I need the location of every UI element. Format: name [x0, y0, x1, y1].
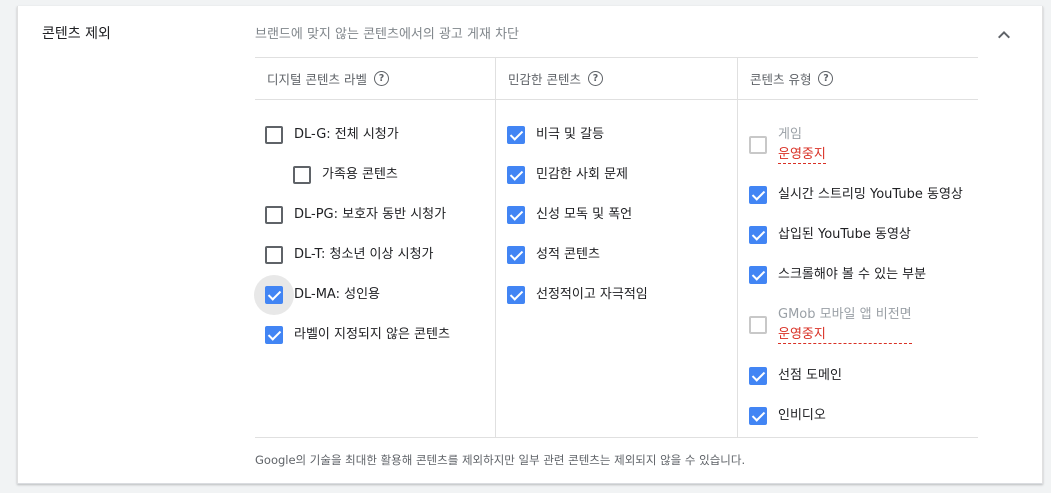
checkbox-label: DL-MA: 성인용 — [294, 287, 380, 302]
checkbox-item-parked-domains[interactable]: 선점 도메인 — [749, 367, 842, 385]
checkbox[interactable] — [265, 246, 283, 264]
section-title: 콘텐츠 제외 — [42, 26, 111, 42]
column-header-label: 민감한 콘텐츠 — [508, 72, 581, 87]
checkbox-item-unlabeled[interactable]: 라벨이 지정되지 않은 콘텐츠 — [265, 326, 450, 344]
checkbox[interactable] — [507, 166, 525, 184]
checkbox — [749, 136, 767, 154]
checkbox-item-social-issues[interactable]: 민감한 사회 문제 — [507, 166, 628, 184]
checkbox-label: 가족용 콘텐츠 — [322, 167, 398, 182]
checkbox-item-dl-pg[interactable]: DL-PG: 보호자 동반 시청가 — [265, 206, 446, 224]
checkbox[interactable] — [507, 246, 525, 264]
checkbox[interactable] — [265, 326, 283, 344]
column-header-sensitive: 민감한 콘텐츠 ? — [496, 58, 737, 100]
suspended-note: 운영중지 — [778, 327, 912, 344]
checkbox-item-dl-ma[interactable]: DL-MA: 성인용 — [254, 275, 380, 315]
footer-note: Google의 기술을 최대한 활용해 콘텐츠를 제외하지만 일부 관련 콘텐츠… — [255, 453, 746, 467]
checkbox-item-sexual[interactable]: 성적 콘텐츠 — [507, 246, 600, 264]
checkbox-item-dl-g[interactable]: DL-G: 전체 시청가 — [265, 126, 399, 144]
checkbox-label: 삽입된 YouTube 동영상 — [778, 227, 911, 242]
section-description: 브랜드에 맞지 않는 콘텐츠에서의 광고 게재 차단 — [255, 27, 519, 42]
collapse-button[interactable] — [992, 23, 1016, 47]
column-header-content-types: 콘텐츠 유형 ? — [738, 58, 978, 100]
checkbox[interactable] — [265, 126, 283, 144]
checkbox-label: DL-G: 전체 시청가 — [294, 127, 399, 142]
checkbox-item-tragedy[interactable]: 비극 및 갈등 — [507, 126, 604, 144]
checkbox-label: 선점 도메인 — [778, 368, 842, 383]
checkbox[interactable] — [265, 286, 283, 304]
help-circle-icon[interactable]: ? — [818, 71, 834, 86]
checkbox-label: 라벨이 지정되지 않은 콘텐츠 — [294, 327, 450, 342]
sensitive-content-column: 민감한 콘텐츠 ? 비극 및 갈등 민감한 사회 문제 신성 모독 및 폭언 성… — [495, 58, 737, 438]
checkbox[interactable] — [265, 206, 283, 224]
checkbox[interactable] — [507, 206, 525, 224]
content-exclusion-panel: 콘텐츠 제외 브랜드에 맞지 않는 콘텐츠에서의 광고 게재 차단 디지털 콘텐… — [17, 6, 1043, 484]
checkbox-item-sensational[interactable]: 선정적이고 자극적임 — [507, 286, 648, 304]
checkbox[interactable] — [749, 367, 767, 385]
checkbox-label: DL-PG: 보호자 동반 시청가 — [294, 207, 447, 222]
column-header-digital-labels: 디지털 콘텐츠 라벨 ? — [255, 58, 495, 100]
content-types-column: 콘텐츠 유형 ? 게임 운영중지 실시간 스트리밍 YouTube 동영상 삽입… — [737, 58, 978, 438]
checkbox-label: DL-T: 청소년 이상 시청가 — [294, 247, 434, 262]
checkbox-item-games: 게임 운영중지 — [749, 126, 826, 164]
checkbox-item-embedded-video[interactable]: 삽입된 YouTube 동영상 — [749, 226, 911, 244]
checkbox-item-dl-t[interactable]: DL-T: 청소년 이상 시청가 — [265, 246, 434, 264]
digital-labels-column: 디지털 콘텐츠 라벨 ? DL-G: 전체 시청가 가족용 콘텐츠 DL-PG:… — [254, 58, 495, 438]
exclusion-grid: 디지털 콘텐츠 라벨 ? DL-G: 전체 시청가 가족용 콘텐츠 DL-PG:… — [254, 57, 978, 438]
checkbox-label: 게임 — [778, 127, 802, 142]
checkbox-item-gmob: GMob 모바일 앱 비전면 운영중지 — [749, 306, 912, 344]
checkbox-label: 선정적이고 자극적임 — [536, 287, 648, 302]
checkbox-label: 성적 콘텐츠 — [536, 247, 600, 262]
checkbox[interactable] — [293, 166, 311, 184]
checkbox-label: 인비디오 — [778, 408, 826, 423]
column-header-label: 콘텐츠 유형 — [750, 72, 812, 87]
checkbox[interactable] — [749, 266, 767, 284]
checkbox[interactable] — [507, 286, 525, 304]
checkbox-label: 실시간 스트리밍 YouTube 동영상 — [778, 187, 963, 202]
column-header-label: 디지털 콘텐츠 라벨 — [267, 72, 367, 87]
help-circle-icon[interactable]: ? — [587, 71, 603, 86]
checkbox[interactable] — [507, 126, 525, 144]
suspended-note: 운영중지 — [778, 147, 826, 164]
checkbox — [749, 316, 767, 334]
chevron-up-icon — [998, 31, 1010, 39]
checkbox-label: 신성 모독 및 폭언 — [536, 207, 633, 222]
checkbox[interactable] — [749, 226, 767, 244]
help-circle-icon[interactable]: ? — [373, 71, 389, 86]
checkbox-item-live-streaming[interactable]: 실시간 스트리밍 YouTube 동영상 — [749, 186, 963, 204]
checkbox-label: GMob 모바일 앱 비전면 — [778, 307, 912, 322]
checkbox-label: 비극 및 갈등 — [536, 127, 605, 142]
checkbox-item-profanity[interactable]: 신성 모독 및 폭언 — [507, 206, 632, 224]
checkbox-item-below-fold[interactable]: 스크롤해야 볼 수 있는 부분 — [749, 266, 926, 284]
checkbox[interactable] — [749, 186, 767, 204]
checkbox-label: 민감한 사회 문제 — [536, 167, 628, 182]
checkbox-label: 스크롤해야 볼 수 있는 부분 — [778, 267, 927, 282]
checkbox-item-in-video[interactable]: 인비디오 — [749, 407, 826, 425]
checkbox-item-family[interactable]: 가족용 콘텐츠 — [293, 166, 398, 184]
checkbox[interactable] — [749, 407, 767, 425]
